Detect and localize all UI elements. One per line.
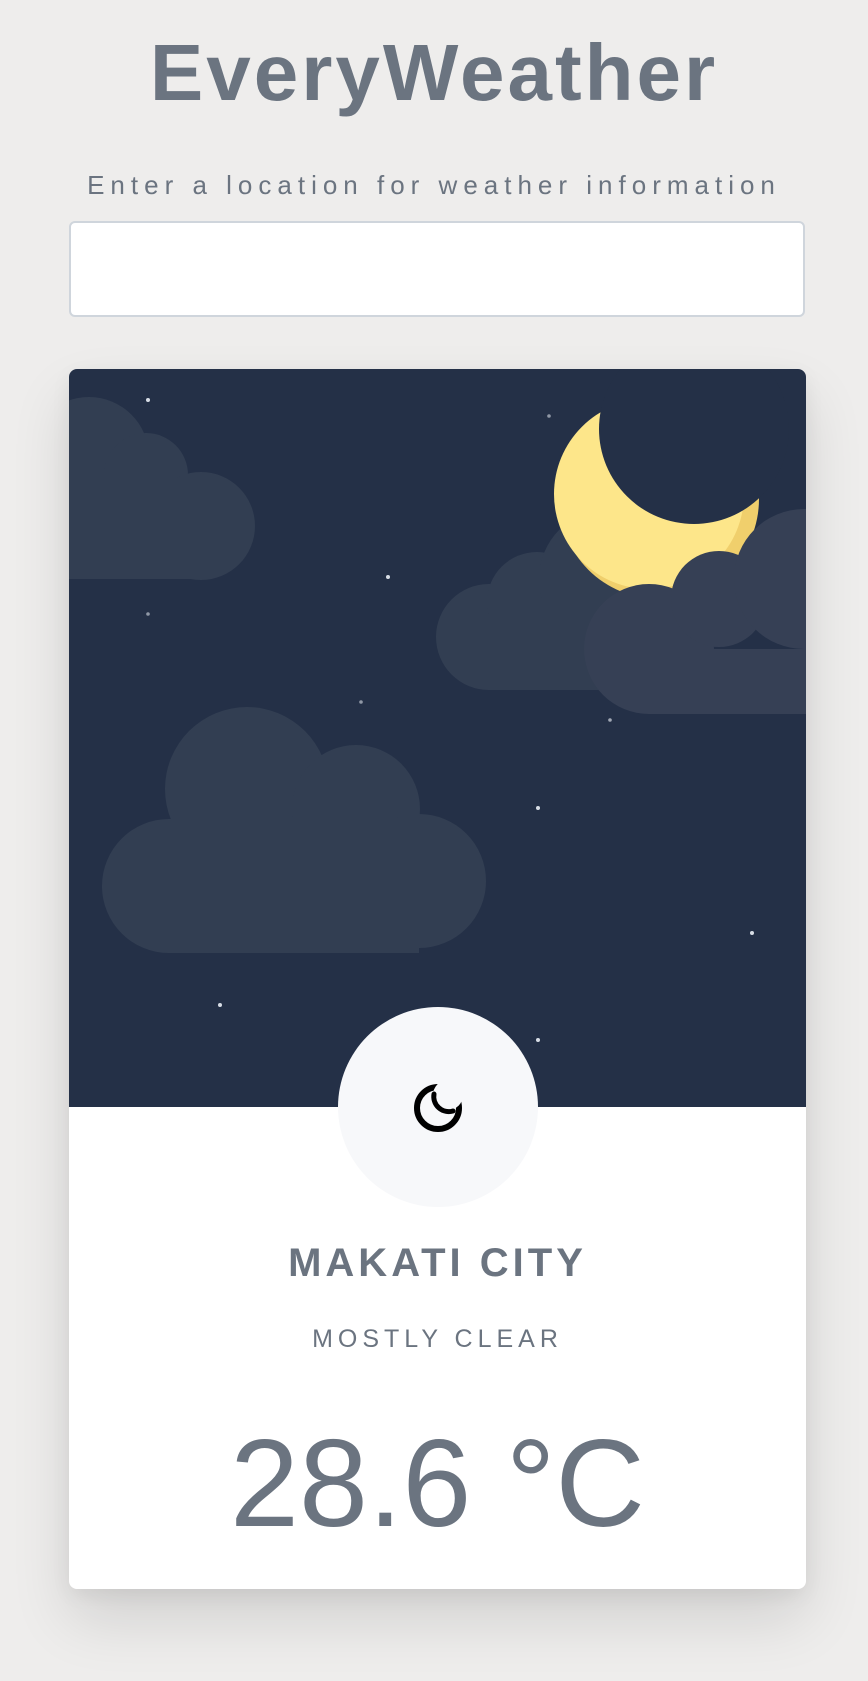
star: [359, 700, 363, 704]
cloud-large-bottom: [102, 707, 486, 953]
location-search-input[interactable]: [69, 221, 805, 317]
location-prompt: Enter a location for weather information: [87, 170, 781, 200]
star: [536, 1038, 540, 1042]
temperature-reading: 28.6 °C: [230, 1415, 645, 1553]
star: [386, 575, 390, 579]
app-title: EveryWeather: [149, 28, 719, 117]
cloud-top-left: [69, 397, 255, 580]
star: [750, 931, 754, 935]
star: [218, 1003, 222, 1007]
weather-card: MAKATI CITY MOSTLY CLEAR 28.6 °C: [69, 369, 806, 1589]
weather-icon-badge: [338, 1007, 538, 1207]
night-sky-illustration: [69, 369, 806, 1042]
star: [547, 414, 551, 418]
night-sky-scene: [69, 369, 806, 1107]
star: [608, 718, 612, 722]
star: [536, 806, 540, 810]
star: [146, 398, 150, 402]
moon-icon: [414, 1081, 463, 1132]
star: [146, 612, 150, 616]
weather-condition: MOSTLY CLEAR: [312, 1325, 563, 1353]
city-name: MAKATI CITY: [288, 1241, 587, 1285]
